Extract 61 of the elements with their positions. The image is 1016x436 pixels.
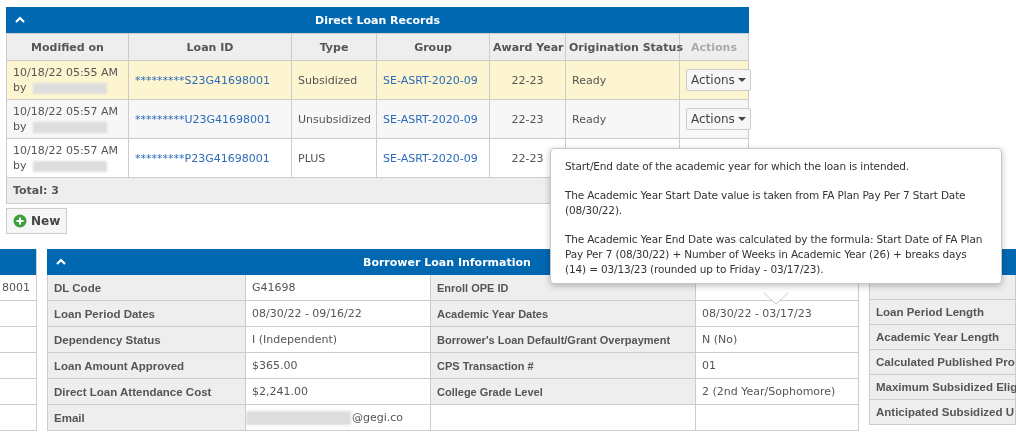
caret-icon <box>737 117 746 121</box>
caret-icon <box>737 78 746 82</box>
total-count: Total: 3 <box>13 184 59 197</box>
award-year: 22-23 <box>511 73 544 87</box>
field-label: Academic Year Dates <box>437 307 549 320</box>
panel-title: Direct Loan Records <box>315 13 440 27</box>
tooltip-text: The Academic Year End Date was calculated by the formula: Start Date of FA Plan Pay Per 7 (08/30/22) + Number of Weeks in Academic Year (26) + breaks days (14) = 03/13/23 (rounded up to Friday - 03/17/23). <box>565 232 984 277</box>
modified-by: by <box>13 159 27 172</box>
tooltip-text: The Academic Year Start Date value is taken from FA Plan Pay Per 7 Start Date (08/30/22). <box>565 188 967 218</box>
field-label: Calculated Published Pro <box>876 356 1015 368</box>
field-label: DL Code <box>54 281 102 294</box>
panel-title: Borrower Loan Information <box>363 255 531 269</box>
modified-by: by <box>13 120 27 133</box>
actions-button[interactable]: Actions <box>686 108 751 130</box>
column-header: Type <box>291 33 377 61</box>
field-value: 2 (2nd Year/Sophomore) <box>702 385 836 398</box>
field-value: G41698 <box>252 281 296 294</box>
collapse-icon[interactable] <box>56 258 66 265</box>
field-value: N (No) <box>702 333 738 346</box>
field-value: 08/30/22 - 09/16/22 <box>252 307 362 320</box>
field-label: Maximum Subsidized Elig <box>876 381 1016 393</box>
field-label: Loan Amount Approved <box>54 359 185 372</box>
modified-by: by <box>13 81 27 94</box>
award-year: 22-23 <box>511 151 544 165</box>
column-header: Modified on <box>6 33 129 61</box>
field-value: $365.00 <box>252 359 298 372</box>
field-label: Anticipated Subsidized U <box>876 406 1014 418</box>
tooltip-text: Start/End date of the academic year for which the loan is intended. <box>565 159 910 174</box>
modified-date: 10/18/22 05:57 AM <box>13 144 119 157</box>
panel-header <box>0 249 36 275</box>
modified-date: 10/18/22 05:55 AM <box>13 66 119 79</box>
column-header: Group <box>376 33 490 61</box>
field-value: 08/30/22 - 03/17/23 <box>702 307 812 320</box>
loan-type: PLUS <box>298 151 326 165</box>
field-value: @gegi.co <box>352 411 404 424</box>
field-label: CPS Transaction # <box>437 359 534 372</box>
column-header: Award Year <box>489 33 566 61</box>
field-value: I (Independent) <box>252 333 338 346</box>
collapse-icon[interactable] <box>15 16 25 23</box>
add-icon <box>13 214 27 228</box>
loan-type: Unsubsidized <box>298 112 372 126</box>
field-label: Enroll OPE ID <box>437 281 509 294</box>
field-label: College Grade Level <box>437 385 543 398</box>
loan-type: Subsidized <box>298 73 358 87</box>
actions-button[interactable]: Actions <box>686 69 751 91</box>
modified-date: 10/18/22 05:57 AM <box>13 105 119 118</box>
origination-status: Ready <box>572 73 607 87</box>
field-label: Email <box>54 411 85 424</box>
table-cell: 8001 <box>2 281 30 294</box>
field-label: Dependency Status <box>54 333 161 346</box>
field-label: Borrower's Loan Default/Grant Overpayment <box>437 333 671 346</box>
award-year: 22-23 <box>511 112 544 126</box>
field-label: Loan Period Dates <box>54 307 155 320</box>
field-value: 01 <box>702 359 716 372</box>
new-button[interactable]: New <box>6 208 68 234</box>
field-label: Loan Period Length <box>876 306 984 318</box>
column-header: Loan ID <box>128 33 292 61</box>
field-label: Academic Year Length <box>876 331 1000 343</box>
origination-status: Ready <box>572 112 607 126</box>
field-value: $2,241.00 <box>252 385 308 398</box>
field-label: Direct Loan Attendance Cost <box>54 385 212 398</box>
